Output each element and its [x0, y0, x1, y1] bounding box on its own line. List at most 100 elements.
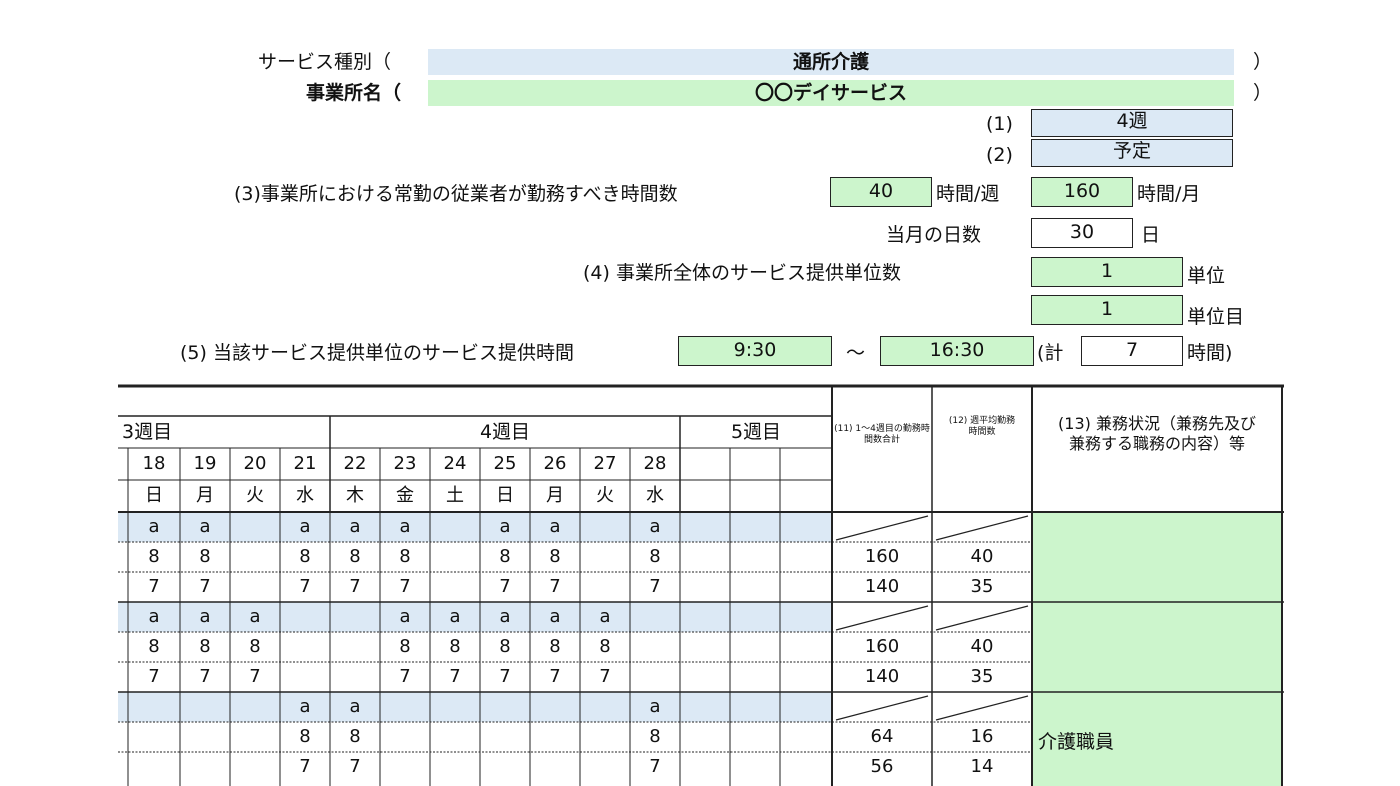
hours-cell: 8	[499, 546, 511, 567]
weekday-cell: 日	[145, 485, 163, 506]
avg-hours-cell: 40	[970, 546, 994, 567]
hours-cell: 8	[599, 636, 611, 657]
weekday-cell: 日	[496, 485, 514, 506]
hours-cell: 7	[599, 666, 611, 687]
hours-cell: 7	[549, 666, 561, 687]
shift-cell: a	[599, 606, 611, 627]
shift-cell: a	[199, 606, 211, 627]
hours-cell: 7	[499, 576, 511, 597]
note-cell-bg	[1032, 602, 1282, 692]
date-cell: 20	[243, 453, 267, 474]
hours-cell: 7	[249, 666, 261, 687]
shift-cell: a	[499, 606, 511, 627]
hours-cell: 7	[449, 666, 461, 687]
shift-cell: a	[549, 516, 561, 537]
hours-cell: 8	[148, 636, 160, 657]
col12-header: (12) 週平均勤務時間数	[948, 416, 1016, 437]
hours-cell: 8	[249, 636, 261, 657]
date-cell: 25	[493, 453, 517, 474]
hours-cell: 8	[299, 546, 311, 567]
hours-cell: 7	[199, 576, 211, 597]
shift-cell: a	[199, 516, 211, 537]
week3-label: 3週目	[122, 421, 173, 443]
hours-cell: 7	[549, 576, 561, 597]
shift-cell: a	[148, 606, 160, 627]
hours-cell: 7	[148, 576, 160, 597]
diagonal-slash	[935, 515, 1029, 541]
shift-cell: a	[148, 516, 160, 537]
weekday-cell: 月	[546, 485, 564, 506]
hours-cell: 7	[349, 576, 361, 597]
date-cell: 21	[293, 453, 317, 474]
hours-cell: 8	[649, 726, 661, 747]
hours-cell: 7	[499, 666, 511, 687]
shift-cell: a	[349, 696, 361, 717]
date-cell: 19	[193, 453, 217, 474]
hours-cell: 8	[199, 546, 211, 567]
hours-cell: 8	[148, 546, 160, 567]
total-hours-cell: 56	[870, 756, 894, 777]
date-cell: 18	[142, 453, 166, 474]
hours-cell: 7	[199, 666, 211, 687]
shift-cell: a	[499, 516, 511, 537]
weekday-cell: 水	[646, 485, 664, 506]
col13-header: (13) 兼務状況（兼務先及び兼務する職務の内容）等	[1058, 414, 1256, 453]
weekday-cell: 土	[446, 485, 464, 506]
shift-cell: a	[549, 606, 561, 627]
shift-cell: a	[349, 516, 361, 537]
weekday-cell: 金	[396, 485, 414, 506]
weekday-cell: 火	[596, 485, 614, 506]
weekday-cell: 月	[196, 485, 214, 506]
hours-cell: 7	[299, 576, 311, 597]
avg-hours-cell: 35	[970, 666, 994, 687]
date-cell: 27	[593, 453, 617, 474]
diagonal-slash	[935, 695, 1029, 721]
hours-cell: 7	[649, 576, 661, 597]
total-hours-cell: 160	[864, 636, 900, 657]
diagonal-slash	[935, 605, 1029, 631]
hours-cell: 8	[649, 546, 661, 567]
hours-cell: 8	[399, 636, 411, 657]
shift-cell: a	[299, 516, 311, 537]
hours-cell: 8	[549, 636, 561, 657]
note-cell: 介護職員	[1038, 731, 1115, 753]
hours-cell: 8	[399, 546, 411, 567]
date-cell: 23	[393, 453, 417, 474]
hours-cell: 7	[349, 756, 361, 777]
hours-cell: 7	[299, 756, 311, 777]
shift-cell: a	[399, 606, 411, 627]
hours-cell: 7	[148, 666, 160, 687]
week4-label: 4週目	[479, 421, 531, 443]
note-cell-bg	[1032, 512, 1282, 602]
hours-cell: 8	[349, 546, 361, 567]
diagonal-slash	[835, 515, 929, 541]
hours-cell: 8	[499, 636, 511, 657]
avg-hours-cell: 14	[970, 756, 994, 777]
total-hours-cell: 140	[864, 666, 900, 687]
hours-cell: 7	[649, 756, 661, 777]
weekday-cell: 火	[246, 485, 264, 506]
diagonal-slash	[835, 605, 929, 631]
shift-cell: a	[299, 696, 311, 717]
date-cell: 22	[343, 453, 367, 474]
hours-cell: 7	[399, 666, 411, 687]
hours-cell: 8	[349, 726, 361, 747]
total-hours-cell: 64	[870, 726, 894, 747]
weekday-cell: 水	[296, 485, 314, 506]
avg-hours-cell: 16	[970, 726, 994, 747]
total-hours-cell: 160	[864, 546, 900, 567]
shift-cell: a	[649, 696, 661, 717]
shift-cell: a	[399, 516, 411, 537]
date-cell: 26	[543, 453, 567, 474]
avg-hours-cell: 35	[970, 576, 994, 597]
shift-cell: a	[249, 606, 261, 627]
hours-cell: 8	[549, 546, 561, 567]
diagonal-slash	[835, 695, 929, 721]
hours-cell: 8	[199, 636, 211, 657]
shift-row-bg	[118, 692, 832, 722]
hours-cell: 7	[399, 576, 411, 597]
total-hours-cell: 140	[864, 576, 900, 597]
avg-hours-cell: 40	[970, 636, 994, 657]
date-cell: 24	[443, 453, 467, 474]
weekday-cell: 木	[346, 485, 364, 506]
